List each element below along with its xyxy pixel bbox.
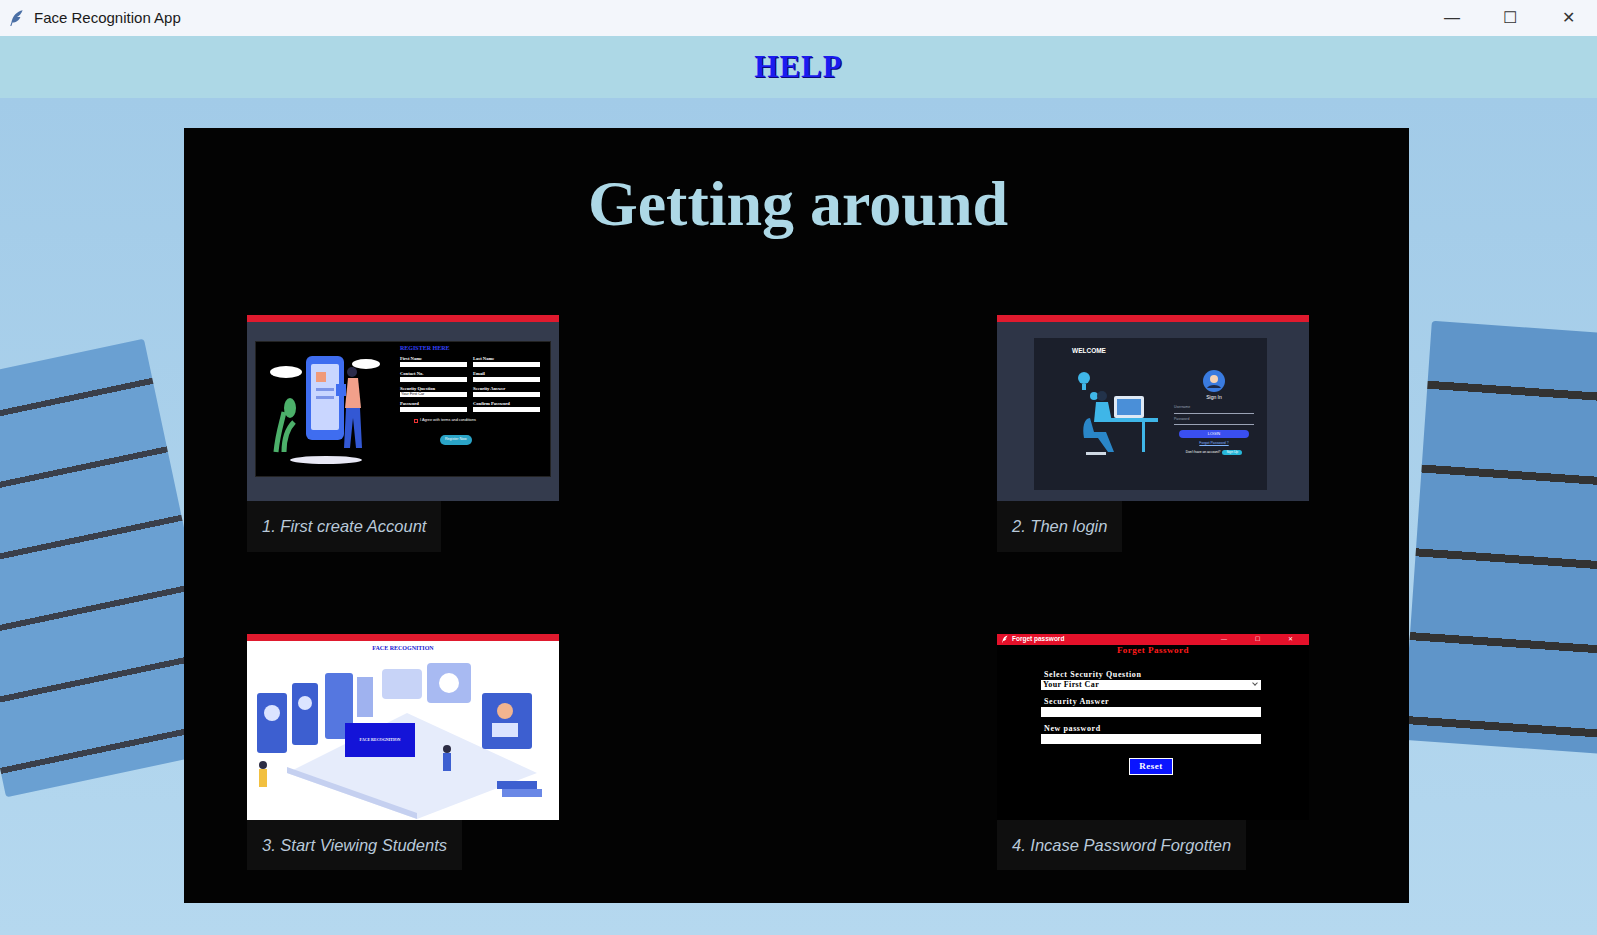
close-button[interactable]: ✕	[1275, 635, 1305, 644]
feather-icon	[1001, 635, 1009, 643]
login-form: Sign In Username Password LOGIN Forgot Passw…	[1174, 338, 1254, 490]
reset-button[interactable]: Reset	[1129, 758, 1173, 776]
step-caption: 4. Incase Password Forgotten	[997, 820, 1246, 871]
window-bar	[247, 315, 559, 322]
register-form: REGISTER HERE First Name Last Name Contact …	[396, 342, 546, 476]
window-bar	[997, 315, 1309, 322]
avatar-icon	[1203, 368, 1225, 392]
sign-in-title: Sign In	[1206, 394, 1222, 402]
caption-row: 4. Incase Password Forgotten	[997, 820, 1309, 871]
register-field: Security Answer	[473, 386, 540, 401]
login-illustration	[1072, 356, 1174, 466]
maximize-button[interactable]: ☐	[1242, 635, 1272, 644]
field-input[interactable]: Your First Car	[400, 392, 467, 397]
step-screenshot: WELCOME Sign In Username Password LOGIN Forgo…	[997, 315, 1309, 501]
window-bar	[247, 634, 559, 641]
window-title: Face Recognition App	[34, 7, 1423, 30]
question-select[interactable]: Your First Car	[1041, 680, 1261, 690]
maximize-button[interactable]: ☐	[1481, 0, 1539, 36]
register-field: Password	[400, 401, 467, 416]
field-label: New password	[1041, 724, 1261, 734]
field-input[interactable]	[473, 407, 540, 412]
register-field: Email	[473, 371, 540, 386]
minimize-button[interactable]: —	[1423, 0, 1481, 36]
caption-row: 3. Start Viewing Students	[247, 820, 559, 871]
field-input[interactable]	[400, 407, 467, 412]
caption-row: 1. First create Account	[247, 501, 559, 552]
close-button[interactable]: ✕	[1539, 0, 1597, 36]
minimize-button[interactable]: —	[1209, 635, 1239, 644]
login-screen: WELCOME Sign In Username Password LOGIN Forgo…	[997, 322, 1309, 501]
field-input[interactable]	[473, 362, 540, 367]
agree-label: I Agree with terms and conditions	[420, 418, 476, 424]
step-screenshot: REGISTER HERE First Name Last Name Contact …	[247, 315, 559, 501]
step-caption: 2. Then login	[997, 501, 1122, 552]
login-card: WELCOME Sign In Username Password LOGIN Forgo…	[1034, 338, 1267, 490]
field-label: Security Answer	[1041, 697, 1261, 707]
step-screenshot: Forget password—☐✕Forget Password Select …	[997, 634, 1309, 820]
field-input[interactable]	[473, 392, 540, 397]
help-panel: Getting around REGISTER HERE First Name Las…	[184, 128, 1409, 903]
register-field: Confirm Password	[473, 401, 540, 416]
help-step: Forget password—☐✕Forget Password Select …	[997, 634, 1309, 871]
step-screenshot: FACE RECOGNITION FACE RECOGNITION	[247, 634, 559, 820]
field-input[interactable]	[400, 377, 467, 382]
background: Getting around REGISTER HERE First Name Las…	[0, 98, 1597, 935]
step-caption: 1. First create Account	[247, 501, 441, 552]
help-step: REGISTER HERE First Name Last Name Contact …	[247, 315, 559, 552]
welcome-heading: WELCOME	[1072, 346, 1174, 356]
help-step: FACE RECOGNITION FACE RECOGNITION 3. Start…	[247, 634, 559, 871]
register-illustration	[256, 342, 396, 476]
forgot-screen: Forget password—☐✕Forget Password Select …	[997, 634, 1309, 820]
step-caption: 3. Start Viewing Students	[247, 820, 462, 871]
panel-title: Getting around	[247, 166, 1309, 243]
steps-grid: REGISTER HERE First Name Last Name Contact …	[247, 315, 1309, 871]
viewer-screen: FACE RECOGNITION FACE RECOGNITION	[247, 641, 559, 820]
header-bar: HELP	[0, 36, 1597, 98]
window-bar: Forget password—☐✕	[997, 634, 1309, 645]
signup-button[interactable]: Sign Up	[1222, 450, 1242, 455]
field-input[interactable]	[400, 362, 467, 367]
register-field: Contact No.	[400, 371, 467, 386]
agree-checkbox[interactable]	[414, 419, 418, 423]
forgot-link[interactable]: Forgot Password ?	[1199, 441, 1228, 446]
select-value: Your First Car	[1041, 680, 1099, 690]
login-button[interactable]: LOGIN	[1179, 430, 1249, 438]
register-field: Last Name	[473, 356, 540, 371]
register-box: REGISTER HERE First Name Last Name Contact …	[255, 341, 551, 477]
register-field: First Name	[400, 356, 467, 371]
register-field: Security QuestionYour First Car	[400, 386, 467, 401]
face-recognition-button[interactable]: FACE RECOGNITION	[345, 723, 415, 757]
agree-row: I Agree with terms and conditions	[414, 418, 540, 424]
forgot-form: Select Security QuestionYour First Car Se…	[1041, 670, 1261, 776]
feather-icon	[8, 9, 26, 27]
forgot-heading: Forget Password	[997, 645, 1309, 656]
register-fields: First NameLast NameContact No.EmailSecur…	[400, 356, 540, 416]
caption-row: 2. Then login	[997, 501, 1309, 552]
field-label: Select Security Question	[1041, 670, 1261, 680]
answer-input[interactable]	[1041, 707, 1261, 717]
field-label: Password	[1174, 417, 1254, 422]
login-left: WELCOME	[1034, 338, 1174, 490]
register-button[interactable]: Register Now	[440, 435, 472, 444]
dropdown-icon	[1252, 680, 1258, 686]
signup-prompt: Don't have an account?	[1186, 450, 1221, 455]
field-input[interactable]	[1174, 413, 1254, 414]
window-title: Forget password	[1012, 634, 1206, 644]
password-input[interactable]	[1041, 734, 1261, 744]
register-heading: REGISTER HERE	[400, 344, 540, 353]
signup-row: Don't have an account?Sign Up	[1186, 450, 1242, 455]
help-step: WELCOME Sign In Username Password LOGIN Forgo…	[997, 315, 1309, 552]
button-row: Reset	[1041, 752, 1261, 776]
field-input[interactable]	[473, 377, 540, 382]
title-bar: Face Recognition App—☐✕	[0, 0, 1597, 36]
help-title: HELP	[754, 44, 842, 91]
field-label: Username	[1174, 405, 1254, 410]
register-screen: REGISTER HERE First Name Last Name Contact …	[247, 322, 559, 501]
background-illustration	[1403, 321, 1597, 755]
field-input[interactable]	[1174, 424, 1254, 425]
viewer-heading: FACE RECOGNITION	[247, 641, 559, 653]
